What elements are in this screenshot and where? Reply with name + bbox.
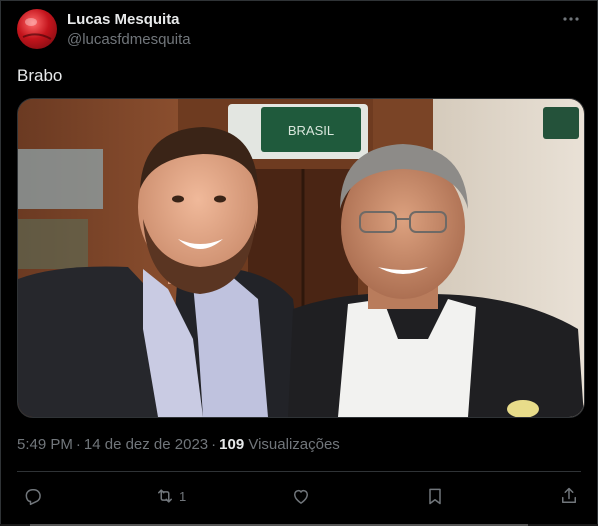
- user-handle[interactable]: @lucasfdmesquita: [67, 31, 191, 48]
- views-count: 109: [219, 436, 245, 453]
- more-icon[interactable]: [561, 9, 581, 29]
- views-label: Visualizações: [248, 436, 340, 453]
- tweet-card: Lucas Mesquita @lucasfdmesquita Brabo BR…: [0, 0, 598, 526]
- action-bar: 1: [17, 481, 581, 513]
- sign-text: BRASIL: [288, 123, 334, 138]
- bookmark-button[interactable]: [425, 485, 449, 507]
- tweet-date[interactable]: 14 de dez de 2023: [84, 436, 208, 453]
- tweet-meta: 5:49 PM · 14 de dez de 2023 · 109 Visualizaç…: [17, 436, 340, 453]
- like-button[interactable]: [291, 485, 315, 507]
- reply-icon: [25, 489, 41, 506]
- reply-button[interactable]: [23, 485, 47, 507]
- avatar[interactable]: [17, 9, 57, 49]
- tweet-header: Lucas Mesquita @lucasfdmesquita: [17, 9, 581, 49]
- bookmark-icon: [429, 488, 441, 505]
- share-icon: [562, 487, 576, 503]
- tweet-time[interactable]: 5:49 PM: [17, 436, 73, 453]
- retweet-button[interactable]: 1: [155, 485, 186, 507]
- divider: [17, 471, 581, 472]
- tweet-text: Brabo: [17, 66, 63, 85]
- photo-image: BRASIL: [18, 99, 584, 417]
- tweet-photo[interactable]: BRASIL: [17, 98, 585, 418]
- retweet-count: 1: [179, 488, 187, 504]
- user-name[interactable]: Lucas Mesquita: [67, 11, 180, 28]
- share-button[interactable]: [559, 485, 579, 507]
- like-icon: [294, 489, 308, 504]
- retweet-icon: [158, 489, 172, 503]
